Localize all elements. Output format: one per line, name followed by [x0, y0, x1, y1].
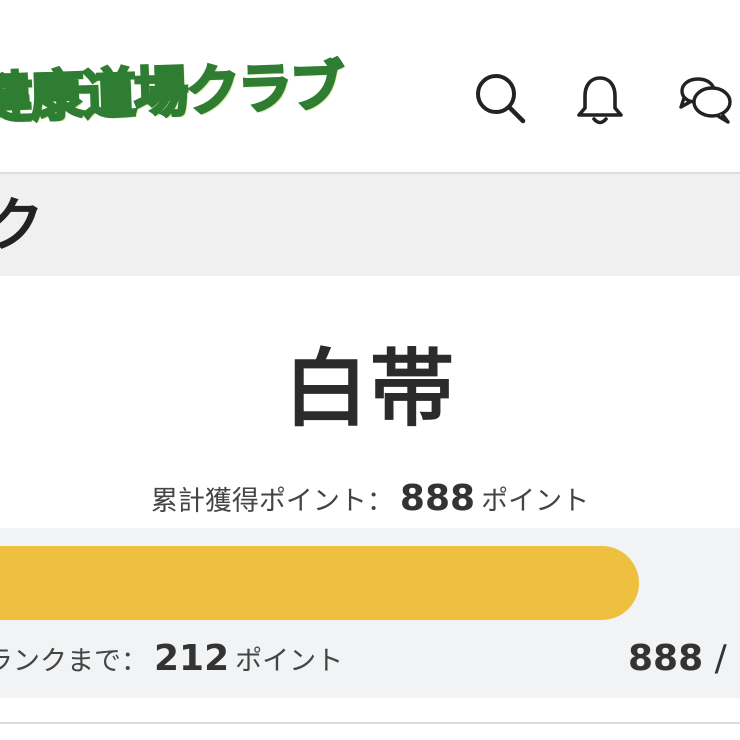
- divider: [0, 722, 740, 724]
- page: 健康道場クラブ ク 白帯 累計獲得ポイント： 888 ポイント ランクまで： 2…: [0, 0, 740, 740]
- progress-bar: [0, 546, 740, 620]
- total-points-value: 888: [399, 478, 476, 519]
- total-points-label: 累計獲得ポイント：: [150, 486, 394, 517]
- bell-icon: [577, 76, 623, 125]
- messages-button[interactable]: [678, 72, 734, 128]
- notifications-button[interactable]: [572, 72, 628, 128]
- next-rank-unit: ポイント: [235, 646, 344, 677]
- next-rank-line: ランクまで： 212 ポイント: [0, 638, 343, 679]
- total-points-unit: ポイント: [481, 486, 590, 517]
- next-rank-label: ランクまで：: [0, 646, 148, 677]
- progress-separator: /: [714, 638, 727, 679]
- breadcrumb-text: ク: [0, 191, 45, 259]
- site-logo[interactable]: 健康道場クラブ: [0, 42, 345, 134]
- progress-section: ランクまで：212ポイント 888 / 1: [0, 528, 740, 698]
- breadcrumb-band: ク: [0, 174, 740, 276]
- next-rank-points: 212: [154, 638, 230, 679]
- site-header: 健康道場クラブ: [0, 0, 740, 174]
- rank-title: 白帯: [283, 340, 456, 438]
- total-points-line: 累計獲得ポイント： 888 ポイント: [0, 478, 740, 519]
- search-button[interactable]: [473, 72, 529, 128]
- progress-bar-fill: [0, 546, 639, 620]
- progress-current: 888: [628, 638, 704, 679]
- search-icon: [476, 74, 526, 124]
- chat-icon: [679, 77, 732, 124]
- progress-ratio: 888 / 1: [628, 638, 740, 679]
